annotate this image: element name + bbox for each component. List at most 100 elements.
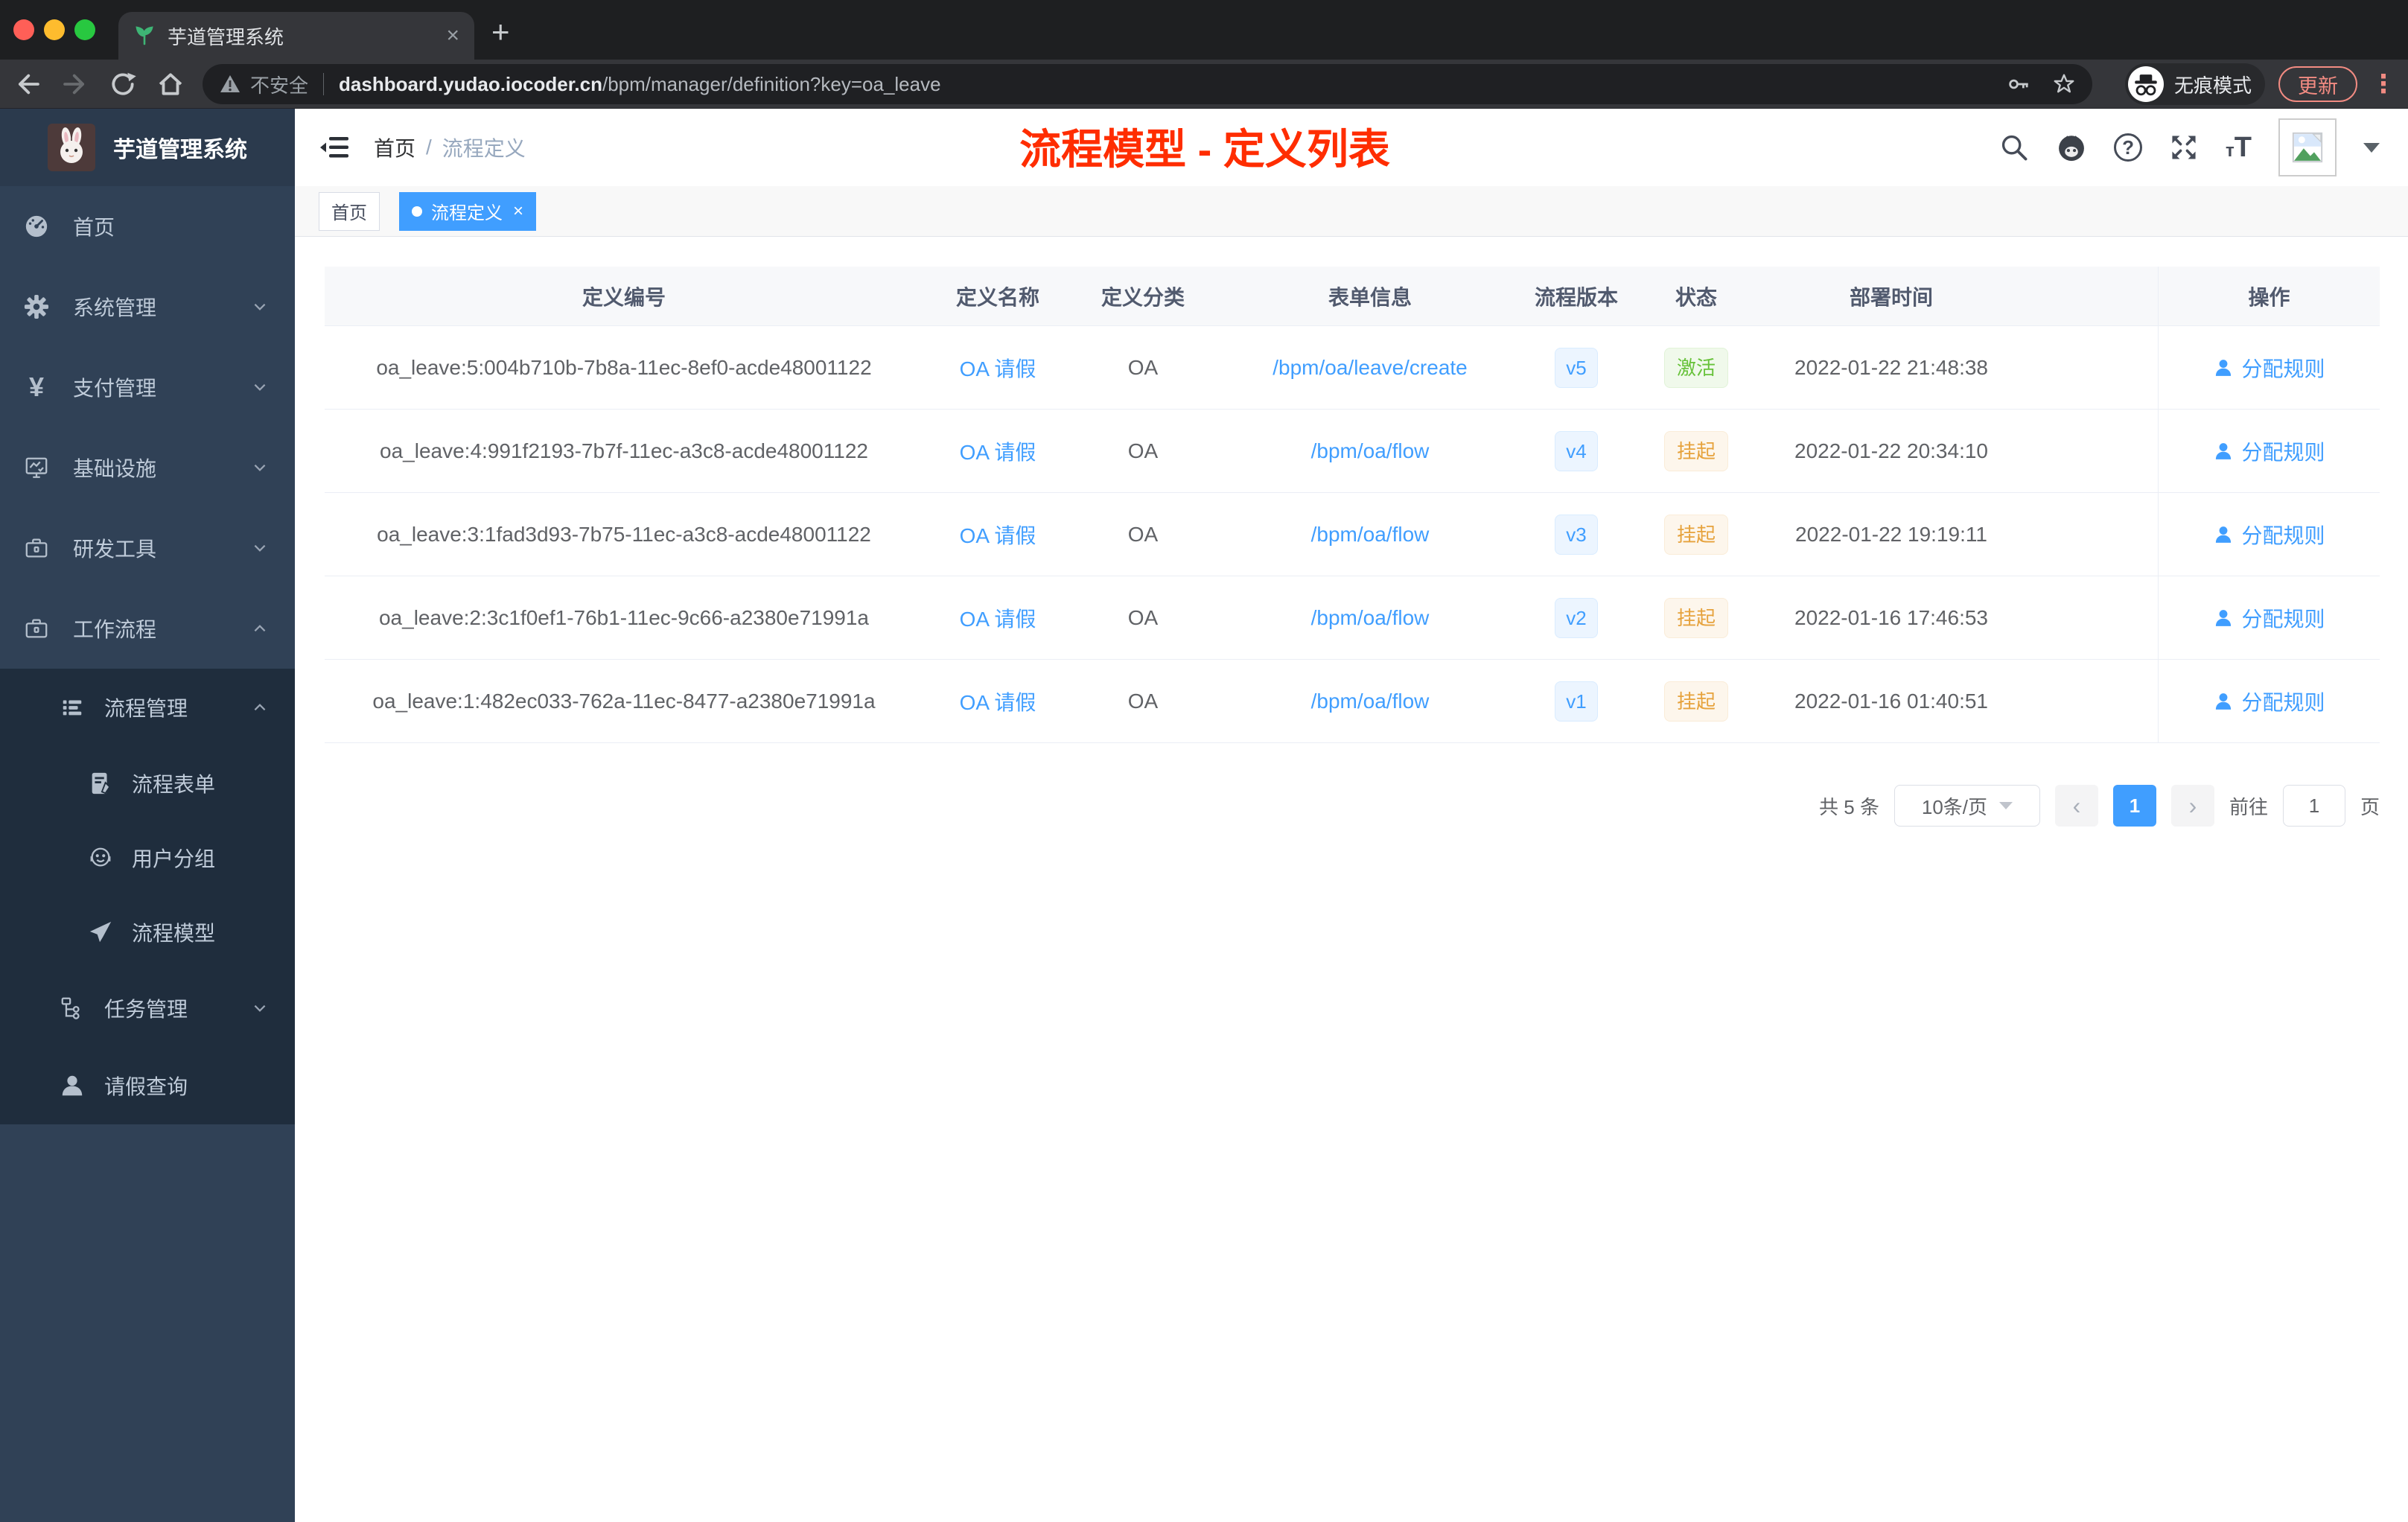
row-spacer (2016, 410, 2158, 492)
workflow-submenu: 流程管理 流程表单 用户分组 流程模型 任务管理 请假查询 (0, 669, 295, 1124)
not-secure-warning-icon[interactable] (219, 73, 241, 95)
update-button[interactable]: 更新 (2278, 66, 2357, 102)
page-content: 定义编号 定义名称 定义分类 表单信息 流程版本 状态 部署时间 操作 oa_l… (295, 237, 2408, 856)
tag-close-icon[interactable]: × (513, 202, 523, 220)
column-header: 定义名称 (955, 285, 1039, 309)
font-size-icon[interactable]: тT (2226, 132, 2252, 164)
sidebar-item-process-management[interactable]: 流程管理 (0, 669, 295, 746)
password-key-icon[interactable] (2007, 72, 2031, 96)
search-icon[interactable] (1999, 133, 2029, 162)
minimize-window-button[interactable] (44, 19, 65, 40)
github-icon[interactable] (2056, 132, 2087, 163)
sidebar-item-user-group[interactable]: 用户分组 (0, 821, 295, 895)
assign-rule-action[interactable]: 分配规则 (2158, 410, 2380, 492)
page-number-1[interactable]: 1 (2112, 785, 2156, 827)
sidebar-item-payment[interactable]: ¥ 支付管理 (0, 347, 295, 427)
definition-name-link[interactable]: OA 请假 (960, 353, 1036, 383)
sidebar: 芋道管理系统 首页 系统管理 ¥ 支付管理 基础设施 研发工具 工作流程 流程管… (0, 109, 295, 1522)
definition-id: oa_leave:3:1fad3d93-7b75-11ec-a3c8-acde4… (377, 522, 871, 546)
assign-rule-action[interactable]: 分配规则 (2158, 493, 2380, 576)
deploy-time: 2022-01-22 21:48:38 (1794, 355, 1988, 379)
url-bar[interactable]: 不安全 dashboard.yudao.iocoder.cn/bpm/manag… (203, 64, 2092, 104)
avatar-caret-icon[interactable] (2363, 142, 2380, 153)
sidebar-item-task-management[interactable]: 任务管理 (0, 969, 295, 1047)
zoom-window-button[interactable] (74, 19, 95, 40)
deploy-time: 2022-01-22 19:19:11 (1795, 522, 1987, 546)
sidebar-item-process-form[interactable]: 流程表单 (0, 746, 295, 821)
sidebar-item-home[interactable]: 首页 (0, 186, 295, 267)
definition-id: oa_leave:4:991f2193-7b7f-11ec-a3c8-acde4… (380, 439, 868, 462)
chevron-down-icon (254, 544, 266, 552)
sidebar-item-label: 首页 (73, 216, 115, 239)
table-header: 定义编号 定义名称 定义分类 表单信息 流程版本 状态 部署时间 操作 (325, 267, 2380, 326)
definition-name-link[interactable]: OA 请假 (960, 520, 1036, 550)
version-badge: v2 (1555, 597, 1598, 638)
table-body: oa_leave:5:004b710b-7b8a-11ec-8ef0-acde4… (325, 326, 2380, 743)
home-icon[interactable] (156, 70, 185, 98)
user-icon (2216, 442, 2232, 459)
form-info-link[interactable]: /bpm/oa/flow (1311, 690, 1430, 713)
version-badge: v3 (1555, 514, 1598, 555)
version-badge: v5 (1555, 347, 1598, 388)
help-icon[interactable]: ? (2114, 133, 2143, 162)
not-secure-label[interactable]: 不安全 (250, 71, 308, 98)
browser-tab[interactable]: 芋道管理系统 × (118, 12, 474, 60)
list-icon (63, 700, 82, 716)
table-row: oa_leave:4:991f2193-7b7f-11ec-a3c8-acde4… (325, 410, 2380, 493)
breadcrumb-home[interactable]: 首页 (374, 133, 415, 162)
url-text[interactable]: dashboard.yudao.iocoder.cn/bpm/manager/d… (339, 73, 941, 96)
table-row: oa_leave:5:004b710b-7b8a-11ec-8ef0-acde4… (325, 326, 2380, 410)
status-badge: 挂起 (1663, 597, 1728, 638)
robot-face-icon (90, 847, 111, 867)
assign-rule-label: 分配规则 (2241, 607, 2325, 631)
chevron-down-icon (254, 464, 266, 471)
version-badge: v1 (1555, 681, 1598, 722)
sidebar-item-system[interactable]: 系统管理 (0, 267, 295, 347)
goto-page-input[interactable] (2282, 785, 2345, 827)
forward-icon[interactable] (61, 70, 89, 98)
fullscreen-icon[interactable] (2169, 133, 2199, 162)
page-size-select[interactable]: 10条/页 (1893, 785, 2040, 827)
sidebar-item-workflow[interactable]: 工作流程 (0, 588, 295, 669)
sidebar-item-dev-tools[interactable]: 研发工具 (0, 508, 295, 588)
definition-name-link[interactable]: OA 请假 (960, 687, 1036, 716)
reload-icon[interactable] (109, 70, 137, 98)
form-info-link[interactable]: /bpm/oa/leave/create (1273, 356, 1468, 380)
form-info-link[interactable]: /bpm/oa/flow (1311, 606, 1430, 630)
bookmark-star-icon[interactable] (2052, 72, 2076, 96)
window-controls[interactable] (13, 19, 95, 40)
active-dot-icon (412, 206, 422, 217)
sidebar-logo-row[interactable]: 芋道管理系统 (0, 109, 295, 186)
form-info-link[interactable]: /bpm/oa/flow (1311, 439, 1430, 463)
status-badge: 激活 (1663, 347, 1728, 388)
tab-close-icon[interactable]: × (446, 25, 459, 47)
tag-current[interactable]: 流程定义 × (399, 191, 537, 231)
sidebar-item-leave-query[interactable]: 请假查询 (0, 1047, 295, 1124)
url-path: /bpm/manager/definition?key=oa_leave (602, 72, 941, 95)
new-tab-button[interactable]: + (491, 16, 510, 48)
tag-home[interactable]: 首页 (319, 191, 380, 231)
assign-rule-action[interactable]: 分配规则 (2158, 576, 2380, 659)
definition-name-link[interactable]: OA 请假 (960, 436, 1036, 466)
status-badge: 挂起 (1663, 514, 1728, 555)
page-annotation: 流程模型 - 定义列表 (1019, 126, 1390, 173)
next-page-button[interactable]: › (2170, 785, 2214, 827)
definition-name-link[interactable]: OA 请假 (960, 603, 1036, 633)
incognito-chip: 无痕模式 (2124, 63, 2265, 105)
monitor-chart-icon (25, 457, 48, 478)
avatar[interactable] (2278, 118, 2337, 176)
assign-rule-action[interactable]: 分配规则 (2158, 660, 2380, 742)
sidebar-item-infrastructure[interactable]: 基础设施 (0, 427, 295, 508)
back-icon[interactable] (13, 70, 42, 98)
user-icon (2216, 526, 2232, 543)
sidebar-item-label: 流程管理 (104, 697, 188, 720)
assign-rule-action[interactable]: 分配规则 (2158, 326, 2380, 409)
browser-menu-icon[interactable]: ⋮ (2371, 71, 2396, 97)
prev-page-button[interactable]: ‹ (2054, 785, 2098, 827)
sidebar-collapse-icon[interactable] (320, 133, 350, 162)
form-info-link[interactable]: /bpm/oa/flow (1311, 523, 1430, 547)
deploy-time: 2022-01-16 01:40:51 (1794, 689, 1988, 713)
sidebar-item-process-model[interactable]: 流程模型 (0, 895, 295, 969)
close-window-button[interactable] (13, 19, 34, 40)
table-row: oa_leave:3:1fad3d93-7b75-11ec-a3c8-acde4… (325, 493, 2380, 576)
